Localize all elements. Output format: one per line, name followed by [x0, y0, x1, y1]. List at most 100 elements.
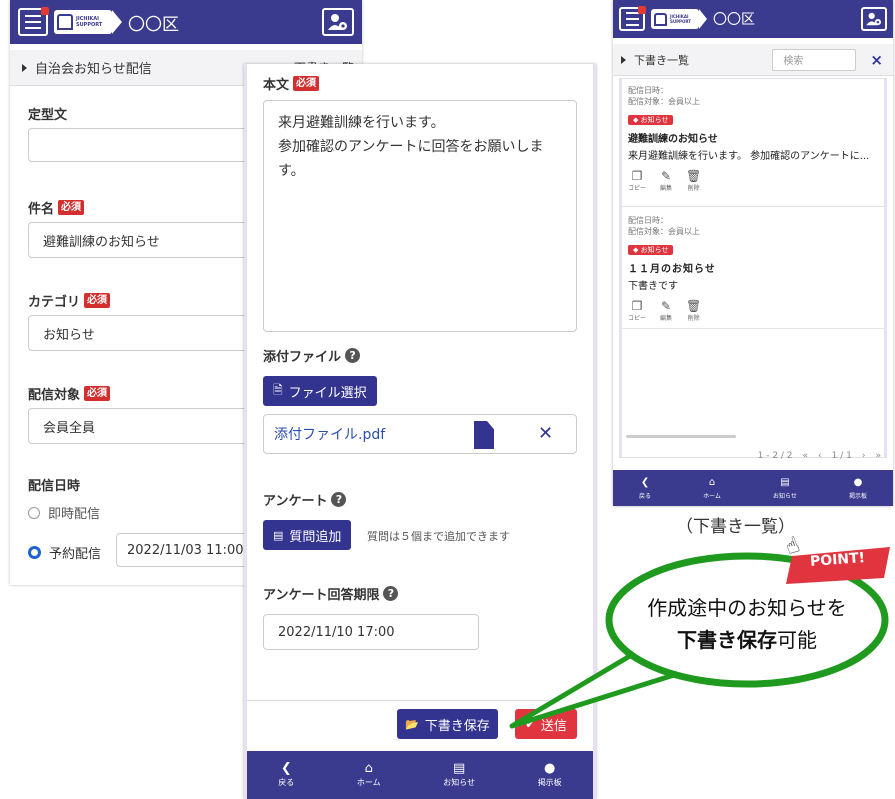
- house-icon: [57, 14, 73, 30]
- nav-board[interactable]: ● 掲示板: [849, 476, 867, 500]
- category-badge: ◆ お知らせ: [628, 245, 674, 255]
- copy-button[interactable]: ❐ コピー: [628, 170, 646, 192]
- draft-title: １１月のお知らせ: [628, 264, 716, 275]
- delete-button[interactable]: 🗑 削除: [686, 170, 701, 192]
- caret-right-icon: [621, 55, 626, 64]
- house-icon: [654, 12, 667, 26]
- last-page-icon[interactable]: »: [875, 451, 881, 461]
- app-header: JICHIKAI SUPPORT 〇〇区: [10, 0, 362, 44]
- nav-board[interactable]: ● 掲示板: [538, 762, 562, 788]
- save-draft-button[interactable]: 📂 下書き保存: [397, 709, 498, 739]
- category-label: カテゴリ 必須: [28, 291, 111, 310]
- draft-list-scroll[interactable]: 配信日時： 配信対象：会員以上 ◆ お知らせ 避難訓練のお知らせ 来月避難訓練を…: [619, 78, 887, 458]
- help-icon[interactable]: ?: [383, 586, 399, 601]
- nav-home[interactable]: ⌂ ホーム: [357, 762, 381, 788]
- draft-title: 避難訓練のお知らせ: [628, 134, 718, 145]
- draft-list-screen: JICHIKAI SUPPORT 〇〇区 下書き一覧 検索 × 配信日時： 配信対…: [613, 0, 893, 506]
- back-chevron-icon: ❮: [640, 477, 650, 488]
- caret-right-icon: [22, 63, 27, 72]
- app-logo: JICHIKAI SUPPORT: [54, 10, 122, 34]
- file-icon: 🗎: [273, 382, 283, 397]
- nav-notices[interactable]: ▤ お知らせ: [443, 762, 475, 788]
- bottom-navigation: ❮ 戻る ⌂ ホーム ▤ お知らせ ● 掲示板: [613, 470, 893, 506]
- deadline-label: アンケート回答期限?: [263, 584, 399, 603]
- nav-home[interactable]: ⌂ ホーム: [703, 476, 721, 500]
- copy-icon: ❐: [631, 299, 643, 313]
- menu-icon[interactable]: [619, 6, 646, 31]
- draft-body: 下書きです: [628, 281, 678, 292]
- check-icon: ✔: [525, 716, 536, 732]
- pager-range: 1 - 2 / 2: [757, 451, 793, 461]
- menu-icon[interactable]: [18, 7, 49, 36]
- attached-file-row: 添付ファイル.pdf ✕: [263, 414, 577, 454]
- remove-file-icon[interactable]: ✕: [538, 423, 553, 444]
- bottom-navigation: ❮ 戻る ⌂ ホーム ▤ お知らせ ● 掲示板: [247, 751, 593, 799]
- point-label: POINT!: [809, 550, 866, 570]
- prev-page-icon[interactable]: ‹: [818, 451, 822, 461]
- close-icon[interactable]: ×: [870, 51, 883, 69]
- attached-file-link[interactable]: 添付ファイル.pdf: [274, 424, 385, 444]
- target-label: 配信対象 必須: [28, 384, 111, 403]
- draft-item[interactable]: 配信日時： 配信対象：会員以上 ◆ お知らせ 避難訓練のお知らせ 来月避難訓練を…: [622, 79, 884, 207]
- attachment-label: 添付ファイル?: [263, 346, 361, 365]
- edit-button[interactable]: ✎ 編集: [660, 300, 672, 322]
- pager-pages: 1 / 1: [831, 451, 852, 461]
- home-icon: ⌂: [708, 477, 716, 488]
- body-label: 本文 必須: [263, 74, 320, 93]
- draft-body: 来月避難訓練を行います。 参加確認のアンケートに...: [628, 151, 870, 162]
- action-bar: 📂 下書き保存 ✔ 送信: [247, 700, 593, 746]
- nav-notices[interactable]: ▤ お知らせ: [773, 476, 797, 500]
- nav-back[interactable]: ❮ 戻る: [278, 762, 294, 788]
- first-page-icon[interactable]: «: [803, 451, 809, 461]
- folder-icon: 📂: [405, 717, 419, 731]
- app-logo: JICHIKAI SUPPORT: [651, 9, 707, 29]
- scheduled-radio[interactable]: 予約配信: [28, 543, 101, 562]
- app-header: JICHIKAI SUPPORT 〇〇区: [613, 0, 893, 38]
- nav-back[interactable]: ❮ 戻る: [639, 476, 651, 500]
- edit-icon: ✎: [660, 169, 672, 183]
- trash-icon: 🗑: [686, 169, 702, 183]
- area-name: 〇〇区: [128, 14, 179, 35]
- area-name: 〇〇区: [713, 12, 755, 28]
- required-badge: 必須: [58, 200, 85, 215]
- edit-icon: ✎: [660, 299, 672, 313]
- deadline-input[interactable]: 2022/11/10 17:00: [263, 614, 479, 650]
- pointing-hand-icon: ☝: [782, 532, 804, 561]
- survey-label: アンケート?: [263, 490, 347, 509]
- add-question-button[interactable]: ▤ 質問追加: [263, 520, 352, 550]
- draft-list-header: 下書き一覧 検索 ×: [613, 44, 893, 76]
- help-icon[interactable]: ?: [345, 348, 361, 363]
- pager: 1 - 2 / 2 « ‹ 1 / 1 › »: [613, 444, 893, 468]
- home-icon: ⌂: [364, 761, 373, 776]
- next-page-icon[interactable]: ›: [862, 451, 866, 461]
- horizontal-scrollbar[interactable]: [626, 435, 736, 438]
- required-badge: 必須: [293, 76, 320, 91]
- section-title: 自治会お知らせ配信: [35, 62, 152, 77]
- draft-list-title: 下書き一覧: [634, 53, 689, 67]
- required-badge: 必須: [84, 386, 111, 401]
- notice-icon: ▤: [453, 761, 466, 776]
- draft-item[interactable]: 配信日時： 配信対象：会員以上 ◆ お知らせ １１月のお知らせ 下書きです ❐ コ…: [622, 209, 884, 329]
- back-chevron-icon: ❮: [280, 761, 292, 776]
- delete-button[interactable]: 🗑 削除: [686, 300, 701, 322]
- file-select-button[interactable]: 🗎 ファイル選択: [263, 376, 377, 406]
- help-icon[interactable]: ?: [331, 492, 347, 507]
- datetime-label: 配信日時: [28, 479, 81, 494]
- user-settings-icon[interactable]: [322, 8, 354, 36]
- subject-label: 件名 必須: [28, 198, 85, 217]
- notice-icon: ▤: [780, 477, 790, 488]
- board-icon: ●: [544, 761, 556, 776]
- body-textarea[interactable]: 来月避難訓練を行います。 参加確認のアンケートに回答をお願いします。: [263, 100, 577, 332]
- copy-button[interactable]: ❐ コピー: [628, 300, 646, 322]
- search-input[interactable]: 検索: [772, 48, 857, 71]
- draft-list-caption: （下書き一覧）: [676, 517, 795, 537]
- notification-badge: [41, 7, 49, 15]
- edit-button[interactable]: ✎ 編集: [660, 170, 672, 192]
- user-settings-icon[interactable]: [861, 7, 887, 31]
- document-icon: [474, 421, 494, 449]
- question-hint: 質問は５個まで追加できます: [367, 530, 510, 543]
- required-badge: 必須: [84, 293, 111, 308]
- immediate-radio[interactable]: 即時配信: [28, 503, 100, 522]
- template-label: 定型文: [28, 108, 68, 123]
- send-button[interactable]: ✔ 送信: [515, 709, 577, 739]
